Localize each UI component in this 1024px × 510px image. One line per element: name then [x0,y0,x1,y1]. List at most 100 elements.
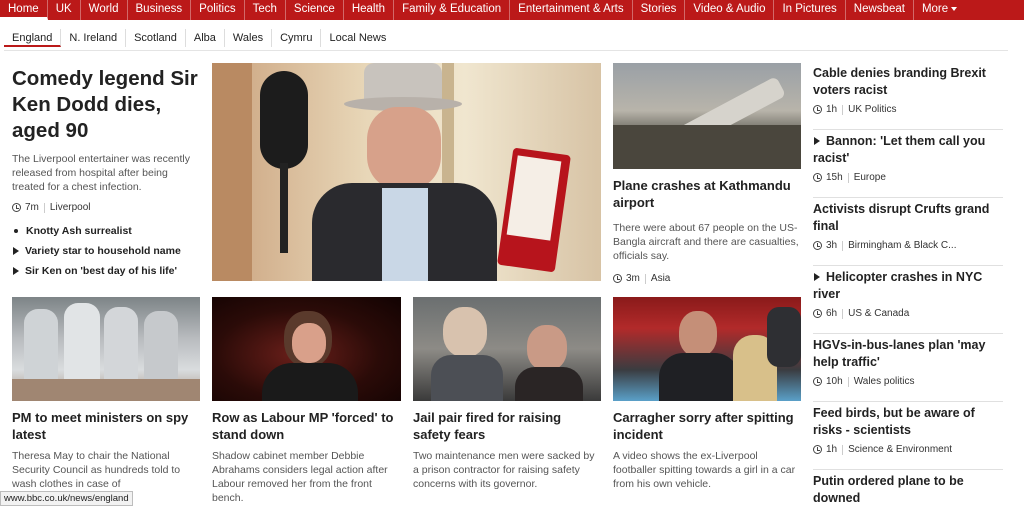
meta-divider [645,274,646,284]
side-story-headline[interactable]: Cable denies branding Brexit voters raci… [813,65,1003,99]
related-link[interactable]: Variety star to household name [12,241,202,261]
crash-story-image[interactable] [613,63,801,169]
side-story-headline[interactable]: Helicopter crashes in NYC river [813,269,1003,303]
story-headline[interactable]: Jail pair fired for raising safety fears [413,409,601,443]
nav-stories[interactable]: Stories [633,0,686,20]
crash-meta: 3m Asia [613,273,801,284]
story-headline[interactable]: Carragher sorry after spitting incident [613,409,801,443]
nav-more-button[interactable]: More [914,0,965,20]
clock-icon [613,274,622,283]
top-stories-column: Cable denies branding Brexit voters raci… [813,62,1003,510]
side-story-meta: 6h US & Canada [813,308,1003,319]
side-story: Putin ordered plane to be downed [813,470,1003,510]
caret-down-icon [951,7,957,11]
image-detail [659,353,739,401]
related-link-label: Sir Ken on 'best day of his life' [25,265,177,277]
play-icon [13,267,19,275]
play-icon [814,273,820,281]
image-detail [382,188,428,281]
side-story-meta: 3h Birmingham & Black C... [813,240,1003,251]
nav-more-label: More [922,3,948,15]
side-story: Cable denies branding Brexit voters raci… [813,62,1003,130]
nav-tech[interactable]: Tech [245,0,286,20]
labour-story: Row as Labour MP 'forced' to stand down … [212,409,400,505]
side-story: HGVs-in-bus-lanes plan 'may help traffic… [813,334,1003,402]
subnav-england[interactable]: England [4,29,61,47]
clock-icon [813,173,822,182]
side-story-headline-text: Bannon: 'Let them call you racist' [813,134,985,165]
nav-health[interactable]: Health [344,0,394,20]
subnav-cymru[interactable]: Cymru [272,29,321,47]
nav-family-education[interactable]: Family & Education [394,0,510,20]
lead-meta: 7m Liverpool [12,202,202,213]
nav-home[interactable]: Home [0,0,48,20]
image-detail [767,307,801,367]
labour-story-image[interactable] [212,297,401,401]
nav-world[interactable]: World [81,0,128,20]
spy-story-image[interactable] [12,297,200,401]
image-detail [613,125,801,169]
side-story-section[interactable]: Wales politics [854,376,915,387]
subnav-wales[interactable]: Wales [225,29,272,47]
side-story-section[interactable]: US & Canada [848,308,909,319]
nav-politics[interactable]: Politics [191,0,244,20]
side-story: Bannon: 'Let them call you racist' 15h E… [813,130,1003,198]
subnav-alba[interactable]: Alba [186,29,225,47]
top-navigation: Home UK World Business Politics Tech Sci… [0,0,1024,20]
side-story-headline[interactable]: Putin ordered plane to be downed [813,473,1003,507]
crash-section[interactable]: Asia [651,273,670,284]
side-story-headline[interactable]: Bannon: 'Let them call you racist' [813,133,1003,167]
side-story-headline-text: Helicopter crashes in NYC river [813,270,982,301]
side-story-headline[interactable]: HGVs-in-bus-lanes plan 'may help traffic… [813,337,1003,371]
image-detail [12,379,200,401]
status-bar-url: www.bbc.co.uk/news/england [0,491,133,506]
side-story-headline[interactable]: Feed birds, but be aware of risks - scie… [813,405,1003,439]
side-story-time: 6h [826,308,837,319]
nav-business[interactable]: Business [128,0,192,20]
related-link[interactable]: Sir Ken on 'best day of his life' [12,261,202,281]
nav-newsbeat[interactable]: Newsbeat [846,0,914,20]
side-story-headline[interactable]: Activists disrupt Crufts grand final [813,201,1003,235]
nav-uk[interactable]: UK [48,0,81,20]
side-story-section[interactable]: UK Politics [848,104,896,115]
play-icon [814,137,820,145]
subnav-scotland[interactable]: Scotland [126,29,186,47]
face-shape [367,107,441,189]
nav-entertainment-arts[interactable]: Entertainment & Arts [510,0,632,20]
lead-headline[interactable]: Comedy legend Sir Ken Dodd dies, aged 90 [12,66,202,144]
story-headline[interactable]: Row as Labour MP 'forced' to stand down [212,409,400,443]
related-link[interactable]: Knotty Ash surrealist [12,221,202,241]
side-story-section[interactable]: Europe [854,172,886,183]
story-summary: Shadow cabinet member Debbie Abrahams co… [212,449,400,505]
side-story-section[interactable]: Science & Environment [848,444,952,455]
subnav-n-ireland[interactable]: N. Ireland [61,29,126,47]
carragher-story-image[interactable] [613,297,801,401]
play-icon [13,247,19,255]
carragher-story: Carragher sorry after spitting incident … [613,409,801,491]
side-story-section[interactable]: Birmingham & Black C... [848,240,956,251]
lead-section[interactable]: Liverpool [50,202,91,213]
side-story-time: 3h [826,240,837,251]
side-story-meta: 1h UK Politics [813,104,1003,115]
regional-navigation: England N. Ireland Scotland Alba Wales C… [4,27,394,49]
subnav-local-news[interactable]: Local News [321,29,394,47]
face-shape [679,311,717,357]
story-headline[interactable]: PM to meet ministers on spy latest [12,409,200,443]
crash-headline[interactable]: Plane crashes at Kathmandu airport [613,177,801,211]
side-story-time: 15h [826,172,843,183]
image-detail [212,63,252,281]
jail-story-image[interactable] [413,297,601,401]
nav-video-audio[interactable]: Video & Audio [685,0,774,20]
lead-summary: The Liverpool entertainer was recently r… [12,152,202,194]
lead-time: 7m [25,202,39,213]
subnav-divider [4,50,1008,51]
nav-science[interactable]: Science [286,0,344,20]
related-link-label: Knotty Ash surrealist [26,225,132,237]
bullet-icon [14,229,18,233]
side-story: Helicopter crashes in NYC river 6h US & … [813,266,1003,334]
meta-divider [848,173,849,183]
image-detail [431,355,503,401]
nav-in-pictures[interactable]: In Pictures [774,0,845,20]
related-link-label: Variety star to household name [25,245,181,257]
lead-story-image[interactable] [212,63,601,281]
